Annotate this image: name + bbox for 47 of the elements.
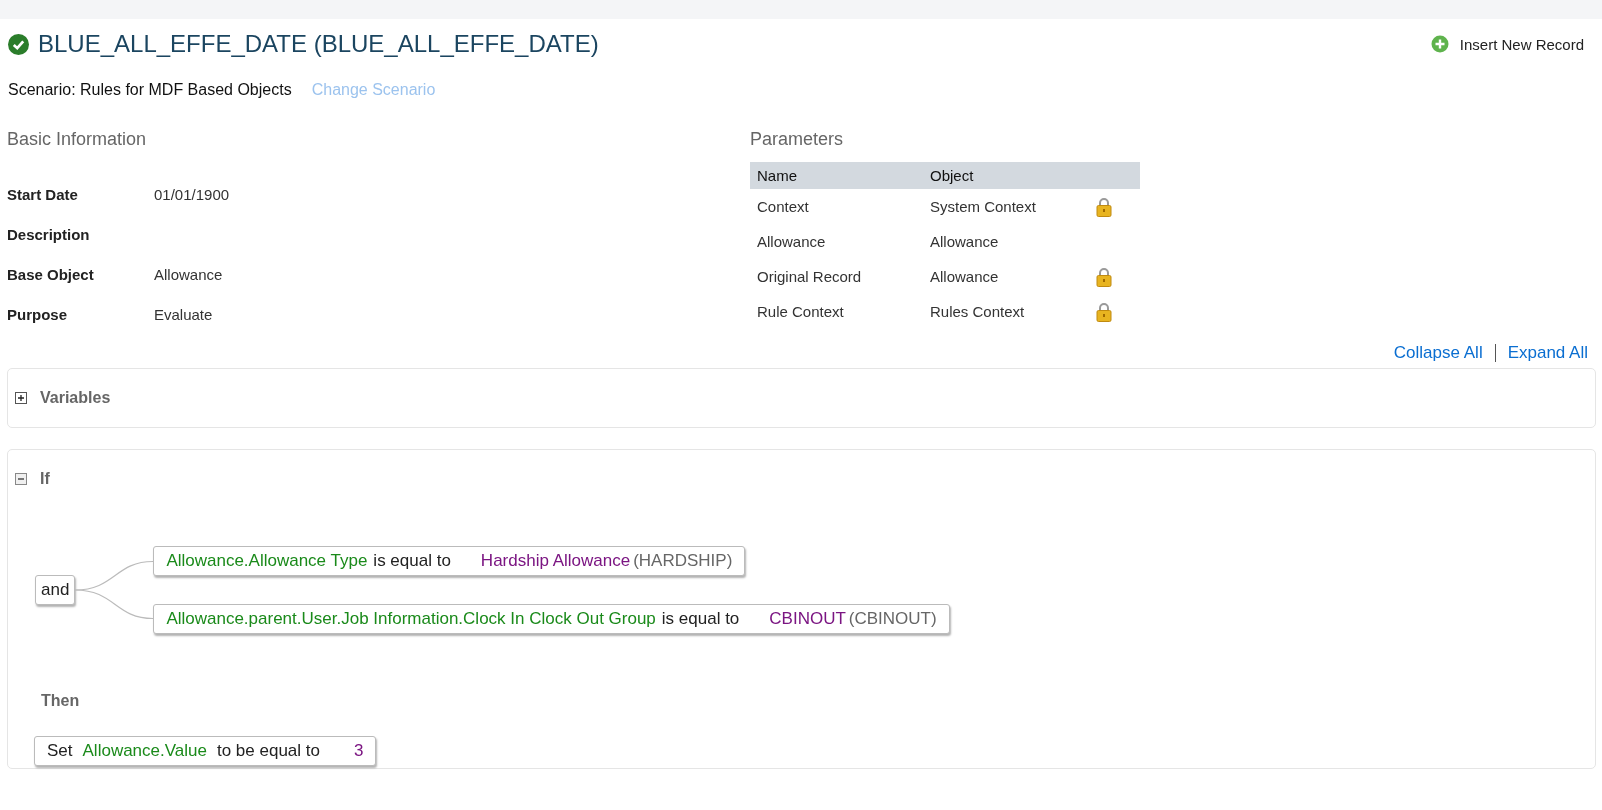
table-cell-text: Allowance [756, 233, 827, 250]
table-cell-text: Allowance [929, 233, 1000, 250]
section-heading: Parameters [750, 129, 845, 151]
field-value: 01/01/1900 [154, 186, 231, 203]
field-value: Evaluate [154, 306, 214, 323]
panel-title: If [40, 470, 50, 488]
panel-title: Variables [40, 389, 111, 407]
action-value: 3 [354, 741, 364, 761]
field-value: Allowance [154, 266, 224, 283]
condition-field: Allowance.parent.User.Job Information.Clock In Clock Out Group [166, 609, 656, 629]
table-cell-text: Original Record [756, 268, 863, 285]
tree-control-link[interactable]: Expand All [1507, 343, 1588, 363]
condition-code: (CBINOUT) [848, 609, 937, 629]
tree-control-link[interactable]: Collapse All [1393, 343, 1483, 363]
operator-box[interactable]: and [35, 575, 76, 605]
field-label: Description [7, 226, 91, 243]
condition-value: CBINOUT [769, 609, 846, 629]
insert-new-record-link[interactable]: Insert New Record [1430, 35, 1584, 53]
toggle-icon[interactable] [15, 473, 27, 485]
field-label: Start Date [7, 186, 79, 203]
add-icon [1430, 35, 1449, 53]
table-cell-text: Rule Context [756, 303, 845, 320]
action-operator: to be equal to [216, 741, 320, 761]
column-header: Object [929, 167, 975, 184]
condition-operator: is equal to [373, 551, 451, 571]
table-cell-text: Context [756, 198, 810, 215]
column-header: Name [756, 167, 798, 184]
condition-box[interactable]: Allowance.Allowance Type is equal to Hardship Allowance (HARDSHIP) [153, 546, 746, 576]
table-cell-text: Allowance [929, 268, 1000, 285]
table-cell-text: Rules Context [929, 303, 1026, 320]
section-heading: Basic Information [7, 129, 148, 151]
condition-value: Hardship Allowance [480, 551, 631, 571]
field-label: Base Object [7, 266, 95, 283]
action-box[interactable]: Set Allowance.Value to be equal to 3 [34, 736, 377, 766]
action-verb: Set [47, 741, 73, 761]
table-cell-text: System Context [929, 198, 1037, 215]
insert-new-record-label[interactable]: Insert New Record [1459, 35, 1584, 53]
rule-title: BLUE_ALL_EFFE_DATE (BLUE_ALL_EFFE_DATE) [38, 30, 599, 58]
scenario-label: Scenario: Rules for MDF Based Objects [8, 81, 292, 99]
action-field: Allowance.Value [82, 741, 207, 761]
field-label: Purpose [7, 306, 68, 323]
condition-field: Allowance.Allowance Type [166, 551, 368, 571]
condition-operator: is equal to [661, 609, 740, 629]
toggle-icon[interactable] [15, 392, 27, 404]
condition-code: (HARDSHIP) [633, 551, 733, 571]
then-title: Then [41, 692, 81, 710]
condition-box[interactable]: Allowance.parent.User.Job Information.Clock In Clock Out Group is equal to CBINOUT (CBINOUT) [153, 604, 950, 634]
